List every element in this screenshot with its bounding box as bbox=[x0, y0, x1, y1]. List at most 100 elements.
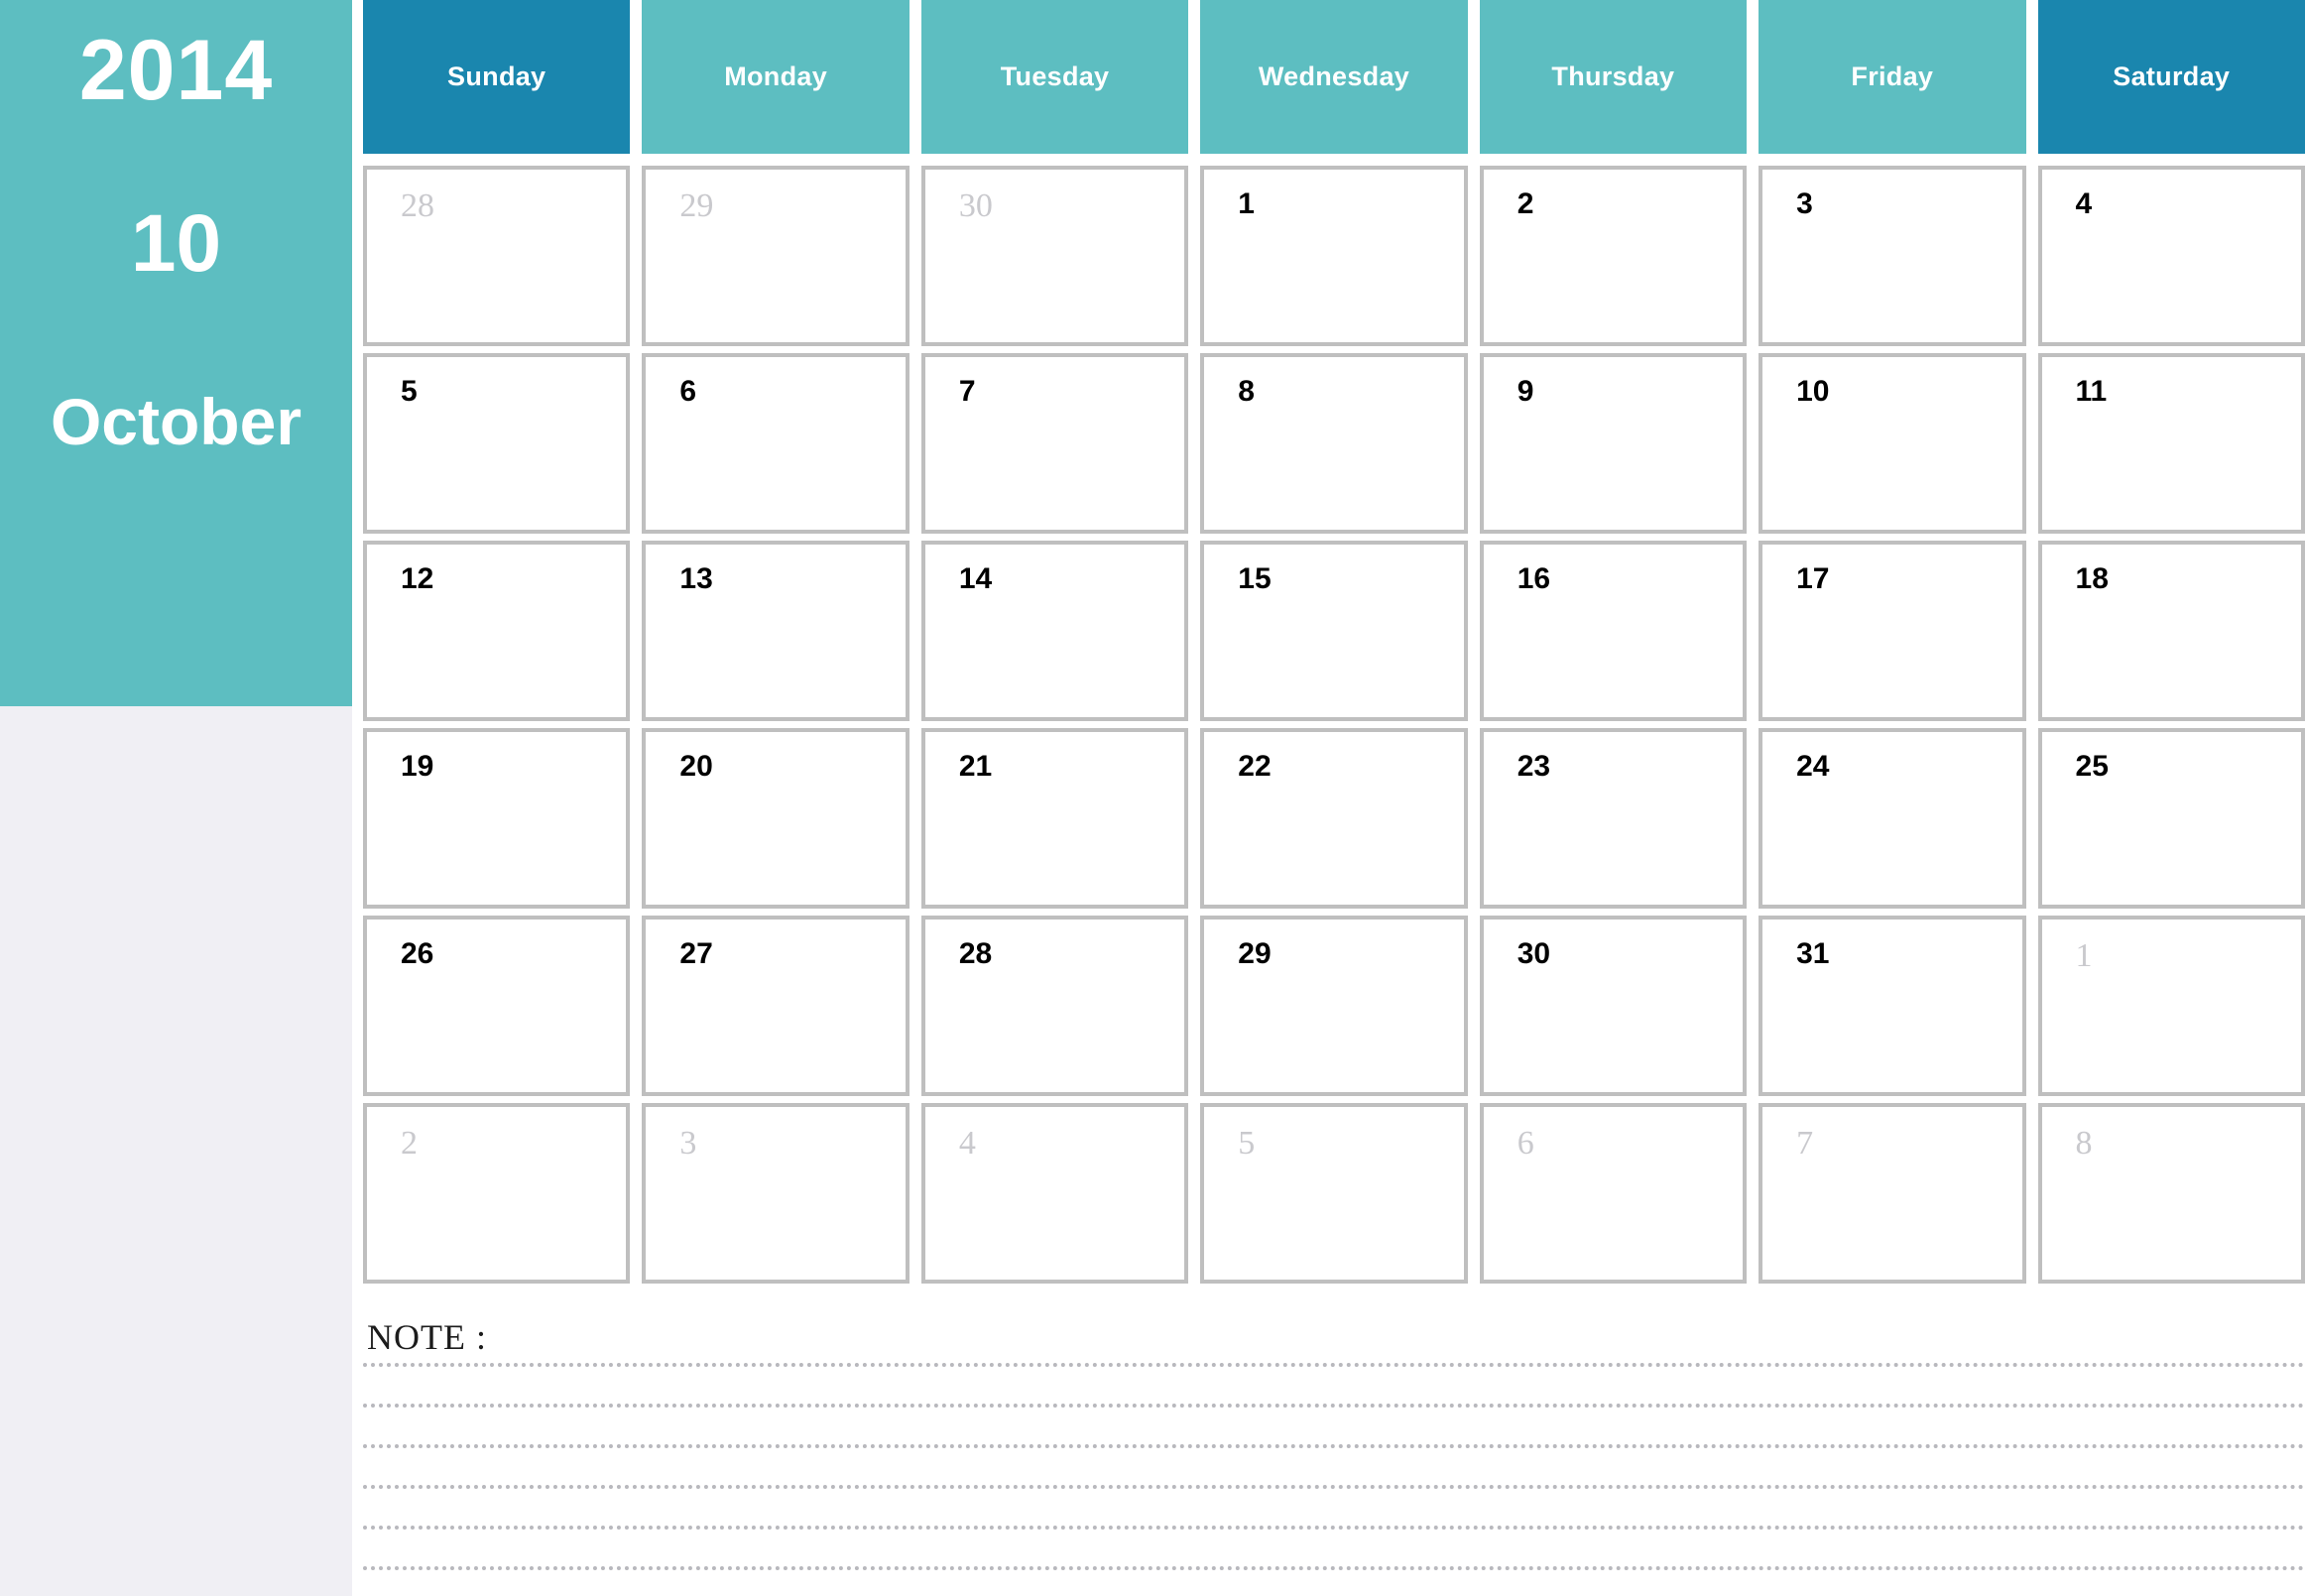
day-cell[interactable]: 27 bbox=[642, 916, 910, 1096]
calendar-page: 2014 10 October Sunday Monday Tuesday Wedne… bbox=[0, 0, 2305, 1596]
sidebar-month-name: October bbox=[50, 385, 303, 458]
day-number: 25 bbox=[2075, 750, 2109, 783]
day-cell[interactable]: 9 bbox=[1479, 353, 1748, 534]
day-cell[interactable]: 22 bbox=[1200, 728, 1468, 909]
day-cell[interactable]: 23 bbox=[1479, 728, 1748, 909]
day-number: 4 bbox=[958, 1125, 976, 1162]
day-number: 15 bbox=[1238, 562, 1272, 595]
day-cell[interactable]: 10 bbox=[1759, 353, 2026, 534]
day-number: 31 bbox=[1796, 937, 1830, 970]
day-cell[interactable]: 5 bbox=[363, 353, 631, 534]
day-number: 21 bbox=[958, 750, 993, 783]
day-cell[interactable]: 6 bbox=[1479, 1103, 1748, 1284]
weekday-header-wednesday: Wednesday bbox=[1200, 0, 1468, 154]
day-number: 11 bbox=[2075, 375, 2108, 408]
day-cell[interactable]: 28 bbox=[920, 916, 1189, 1096]
day-cell[interactable]: 4 bbox=[2037, 166, 2305, 346]
day-number: 1 bbox=[2075, 937, 2093, 974]
note-line[interactable] bbox=[363, 1485, 2305, 1489]
day-cell[interactable]: 25 bbox=[2037, 728, 2305, 909]
week-row: 26 27 28 29 30 31 1 bbox=[363, 916, 2305, 1096]
day-cell[interactable]: 7 bbox=[1759, 1103, 2026, 1284]
day-number: 8 bbox=[2075, 1125, 2093, 1162]
day-cell[interactable]: 3 bbox=[642, 1103, 910, 1284]
note-lines[interactable] bbox=[363, 1363, 2305, 1570]
day-cell[interactable]: 30 bbox=[920, 166, 1189, 346]
day-cell[interactable]: 18 bbox=[2037, 541, 2305, 721]
day-number: 13 bbox=[679, 562, 713, 595]
day-cell[interactable]: 16 bbox=[1479, 541, 1748, 721]
day-cell[interactable]: 11 bbox=[2037, 353, 2305, 534]
weekday-label: Wednesday bbox=[1258, 61, 1410, 91]
weekday-label: Friday bbox=[1851, 61, 1934, 91]
day-number: 1 bbox=[1238, 187, 1255, 220]
note-label: NOTE : bbox=[367, 1317, 487, 1357]
day-number: 26 bbox=[401, 937, 434, 970]
day-cell[interactable]: 12 bbox=[363, 541, 631, 721]
weekday-label: Thursday bbox=[1551, 61, 1675, 91]
note-line[interactable] bbox=[363, 1404, 2305, 1408]
day-number: 28 bbox=[958, 937, 993, 970]
day-number: 22 bbox=[1238, 750, 1272, 783]
day-cell[interactable]: 8 bbox=[1200, 353, 1468, 534]
day-number: 28 bbox=[401, 187, 434, 224]
day-cell[interactable]: 1 bbox=[2037, 916, 2305, 1096]
day-cell[interactable]: 14 bbox=[920, 541, 1189, 721]
day-cell[interactable]: 19 bbox=[363, 728, 631, 909]
note-line[interactable] bbox=[363, 1526, 2305, 1530]
day-number: 16 bbox=[1516, 562, 1551, 595]
day-cell[interactable]: 31 bbox=[1759, 916, 2026, 1096]
weekday-header-saturday: Saturday bbox=[2037, 0, 2305, 154]
weekday-header-monday: Monday bbox=[642, 0, 910, 154]
day-cell[interactable]: 13 bbox=[642, 541, 910, 721]
day-cell[interactable]: 15 bbox=[1200, 541, 1468, 721]
day-cell[interactable]: 21 bbox=[920, 728, 1189, 909]
day-number: 7 bbox=[958, 375, 976, 408]
day-cell[interactable]: 4 bbox=[920, 1103, 1189, 1284]
day-number: 14 bbox=[958, 562, 993, 595]
day-number: 8 bbox=[1238, 375, 1255, 408]
weekday-label: Monday bbox=[724, 61, 828, 91]
sidebar-month-number: 10 bbox=[130, 198, 222, 289]
day-number: 5 bbox=[1238, 1125, 1256, 1162]
note-line[interactable] bbox=[363, 1566, 2305, 1570]
day-cell[interactable]: 17 bbox=[1759, 541, 2026, 721]
day-number: 10 bbox=[1796, 375, 1830, 408]
sidebar-month-panel: 2014 10 October bbox=[0, 0, 352, 706]
day-cell[interactable]: 30 bbox=[1479, 916, 1748, 1096]
weekday-header-row: Sunday Monday Tuesday Wednesday Thursday Frid… bbox=[363, 0, 2305, 154]
day-number: 2 bbox=[401, 1125, 418, 1162]
day-cell[interactable]: 2 bbox=[363, 1103, 631, 1284]
calendar-grid: Sunday Monday Tuesday Wednesday Thursday Frid… bbox=[363, 0, 2305, 1284]
day-cell[interactable]: 26 bbox=[363, 916, 631, 1096]
day-cell[interactable]: 7 bbox=[920, 353, 1189, 534]
day-cell[interactable]: 1 bbox=[1200, 166, 1468, 346]
week-row: 2 3 4 5 6 7 8 bbox=[363, 1103, 2305, 1284]
note-line[interactable] bbox=[363, 1363, 2305, 1367]
day-cell[interactable]: 29 bbox=[1200, 916, 1468, 1096]
week-row: 19 20 21 22 23 24 25 bbox=[363, 728, 2305, 909]
weekday-label: Tuesday bbox=[1000, 61, 1110, 91]
day-cell[interactable]: 20 bbox=[642, 728, 910, 909]
day-cell[interactable]: 3 bbox=[1759, 166, 2026, 346]
day-cell[interactable]: 8 bbox=[2037, 1103, 2305, 1284]
day-number: 17 bbox=[1796, 562, 1830, 595]
week-row: 12 13 14 15 16 17 18 bbox=[363, 541, 2305, 721]
day-cell[interactable]: 24 bbox=[1759, 728, 2026, 909]
day-cell[interactable]: 5 bbox=[1200, 1103, 1468, 1284]
weekday-label: Sunday bbox=[447, 61, 546, 91]
day-number: 23 bbox=[1516, 750, 1551, 783]
day-cell[interactable]: 6 bbox=[642, 353, 910, 534]
day-cell[interactable]: 29 bbox=[642, 166, 910, 346]
day-cell[interactable]: 2 bbox=[1479, 166, 1748, 346]
note-line[interactable] bbox=[363, 1444, 2305, 1448]
weeks-container: 28 29 30 1 2 3 4 5 6 7 8 9 10 11 12 13 14 15 16 17 18 19 20 21 2… bbox=[363, 166, 2305, 1284]
day-cell[interactable]: 28 bbox=[363, 166, 631, 346]
day-number: 3 bbox=[1796, 187, 1813, 220]
day-number: 6 bbox=[1516, 1125, 1534, 1162]
weekday-header-thursday: Thursday bbox=[1479, 0, 1748, 154]
day-number: 29 bbox=[679, 187, 714, 224]
sidebar-year: 2014 bbox=[78, 23, 274, 118]
day-number: 7 bbox=[1796, 1125, 1814, 1162]
day-number: 19 bbox=[401, 750, 434, 783]
